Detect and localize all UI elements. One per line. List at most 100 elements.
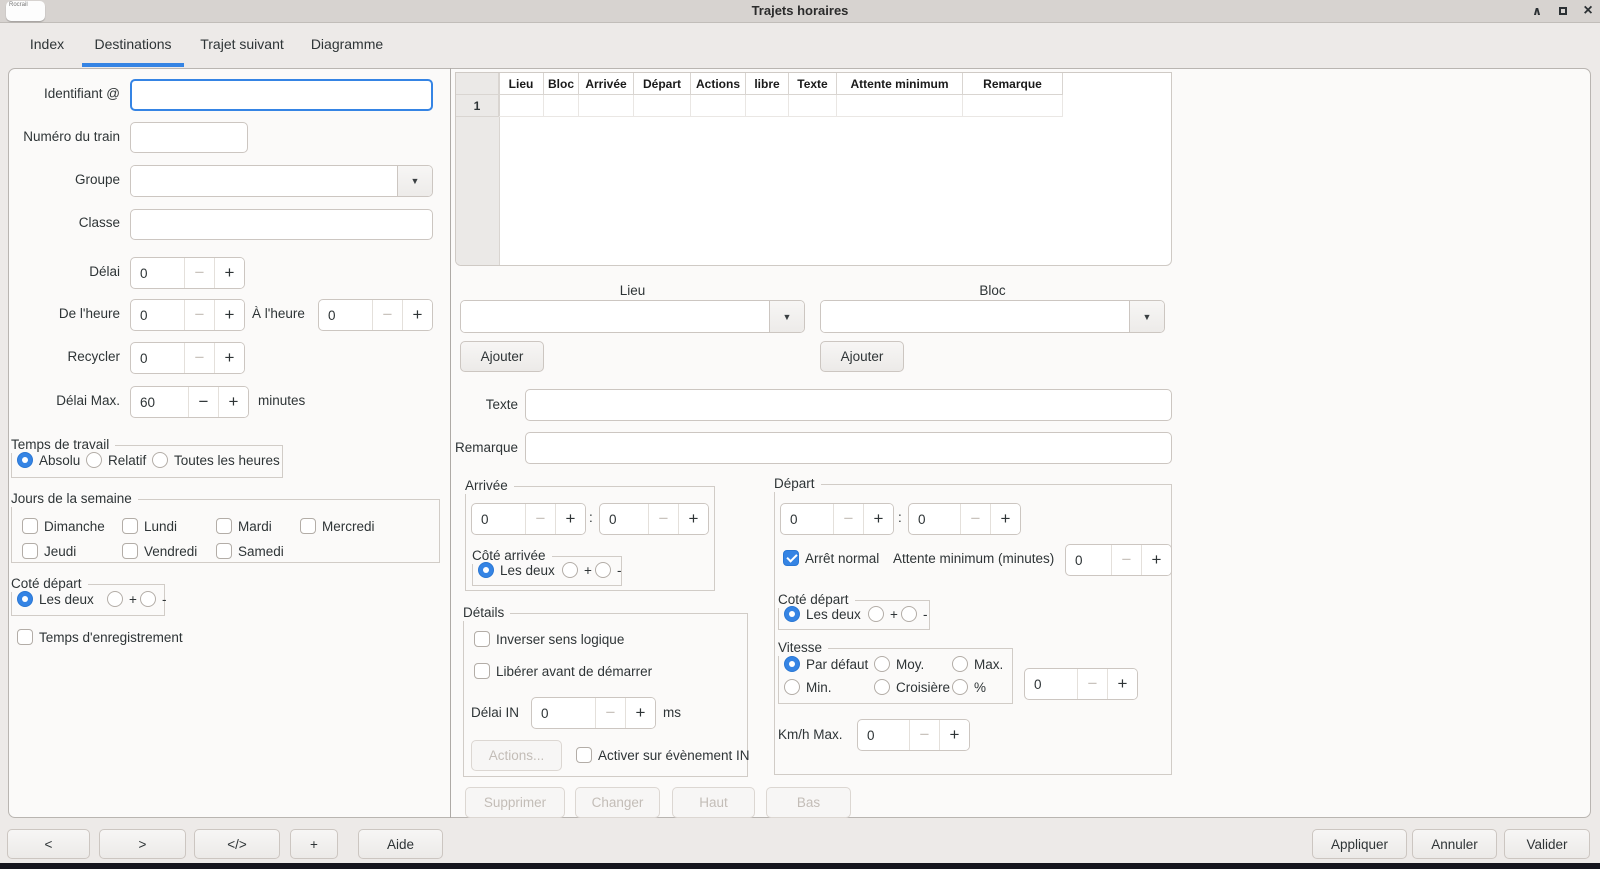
bloc-ajouter-button[interactable]: Ajouter: [820, 341, 904, 372]
plus-button[interactable]: +: [214, 343, 244, 373]
radio-absolu[interactable]: Absolu: [17, 452, 80, 468]
tab-index[interactable]: Index: [18, 22, 76, 67]
radio-toutes-les-heures[interactable]: Toutes les heures: [152, 452, 280, 468]
radio-les-deux[interactable]: Les deux: [17, 591, 94, 607]
a-lheure-spinbox[interactable]: 0 − +: [318, 299, 433, 331]
classe-input[interactable]: [130, 209, 433, 240]
de-lheure-spinbox[interactable]: 0 − +: [130, 299, 245, 331]
lieu-combobox[interactable]: ▼: [460, 300, 805, 333]
radio-icon[interactable]: [595, 562, 611, 578]
checkbox-icon[interactable]: [17, 629, 33, 645]
checkbox-icon[interactable]: [300, 518, 316, 534]
arrivee-minute-value[interactable]: 0: [600, 504, 648, 534]
minus-button[interactable]: −: [960, 504, 990, 534]
checkbox-icon[interactable]: [576, 747, 592, 763]
groupe-input[interactable]: [131, 166, 397, 196]
prev-button[interactable]: <: [7, 829, 90, 859]
kmh-max-value[interactable]: 0: [858, 720, 909, 750]
minus-button[interactable]: −: [188, 387, 218, 417]
texte-input[interactable]: [525, 389, 1172, 421]
checkbox-icon[interactable]: [474, 663, 490, 679]
arrivee-minute-spinbox[interactable]: 0 − +: [599, 503, 709, 535]
aide-button[interactable]: Aide: [358, 829, 443, 859]
radio-depart-moins[interactable]: -: [901, 606, 928, 622]
minus-button[interactable]: −: [184, 300, 214, 330]
bloc-dropdown-button[interactable]: ▼: [1129, 301, 1164, 332]
plus-button[interactable]: +: [990, 504, 1020, 534]
radio-par-defaut[interactable]: Par défaut: [784, 656, 868, 672]
cell-lieu[interactable]: [499, 95, 544, 117]
delai-value[interactable]: 0: [131, 258, 184, 288]
radio-max[interactable]: Max.: [952, 656, 1003, 672]
maximize-icon[interactable]: [1551, 0, 1575, 22]
radio-croisiere[interactable]: Croisière: [874, 679, 950, 695]
valider-button[interactable]: Valider: [1504, 829, 1590, 859]
depart-minute-spinbox[interactable]: 0 − +: [908, 503, 1021, 535]
radio-icon[interactable]: [874, 679, 890, 695]
checkbox-icon[interactable]: [474, 631, 490, 647]
minimize-icon[interactable]: ∧: [1524, 0, 1550, 22]
plus-button[interactable]: +: [1107, 669, 1137, 699]
cell-texte[interactable]: [789, 95, 837, 117]
xml-button[interactable]: </>: [194, 829, 280, 859]
lieu-ajouter-button[interactable]: Ajouter: [460, 341, 544, 372]
checkbox-icon[interactable]: [216, 518, 232, 534]
radio-min[interactable]: Min.: [784, 679, 832, 695]
radio-icon[interactable]: [17, 591, 33, 607]
delai-in-spinbox[interactable]: 0 − +: [531, 697, 656, 729]
header-attente-minimum[interactable]: Attente minimum: [837, 73, 963, 95]
cell-actions[interactable]: [691, 95, 746, 117]
minus-button[interactable]: −: [595, 698, 625, 728]
next-button[interactable]: >: [99, 829, 186, 859]
radio-icon[interactable]: [901, 606, 917, 622]
lieu-input[interactable]: [461, 301, 769, 332]
recycler-spinbox[interactable]: 0 − +: [130, 342, 245, 374]
delai-max-value[interactable]: 60: [131, 387, 188, 417]
delai-spinbox[interactable]: 0 − +: [130, 257, 245, 289]
header-bloc[interactable]: Bloc: [544, 73, 579, 95]
lieu-dropdown-button[interactable]: ▼: [769, 301, 804, 332]
checkbox-jeudi[interactable]: Jeudi: [22, 543, 76, 559]
minus-button[interactable]: −: [909, 720, 939, 750]
radio-icon[interactable]: [952, 679, 968, 695]
plus-button[interactable]: +: [555, 504, 585, 534]
radio-arrivee-les-deux[interactable]: Les deux: [478, 562, 555, 578]
depart-hour-spinbox[interactable]: 0 − +: [780, 503, 894, 535]
groupe-combobox[interactable]: ▼: [130, 165, 433, 197]
checkbox-lundi[interactable]: Lundi: [122, 518, 177, 534]
tab-destinations[interactable]: Destinations: [84, 22, 182, 67]
plus-button[interactable]: +: [939, 720, 969, 750]
checkbox-icon[interactable]: [22, 518, 38, 534]
vitesse-value[interactable]: 0: [1025, 669, 1077, 699]
radio-moy[interactable]: Moy.: [874, 656, 924, 672]
radio-arrivee-plus[interactable]: +: [562, 562, 592, 578]
remarque-input[interactable]: [525, 432, 1172, 464]
recycler-value[interactable]: 0: [131, 343, 184, 373]
radio-icon[interactable]: [478, 562, 494, 578]
depart-minute-value[interactable]: 0: [909, 504, 960, 534]
checkbox-temps-enregistrement[interactable]: Temps d'enregistrement: [17, 629, 183, 645]
plus-button[interactable]: +: [625, 698, 655, 728]
cell-libre[interactable]: [746, 95, 789, 117]
radio-icon[interactable]: [152, 452, 168, 468]
checkbox-dimanche[interactable]: Dimanche: [22, 518, 105, 534]
plus-button[interactable]: +: [1141, 545, 1171, 575]
bloc-input[interactable]: [821, 301, 1129, 332]
tab-trajet-suivant[interactable]: Trajet suivant: [196, 22, 288, 67]
radio-depart-les-deux[interactable]: Les deux: [784, 606, 861, 622]
minus-button[interactable]: −: [372, 300, 402, 330]
delai-max-spinbox[interactable]: 60 − +: [130, 386, 249, 418]
add-button[interactable]: +: [290, 829, 338, 859]
checkbox-activer-evenement-in[interactable]: Activer sur évènement IN: [576, 747, 750, 763]
radio-icon[interactable]: [17, 452, 33, 468]
minus-button[interactable]: −: [184, 343, 214, 373]
minus-button[interactable]: −: [833, 504, 863, 534]
radio-icon[interactable]: [107, 591, 123, 607]
annuler-button[interactable]: Annuler: [1412, 829, 1497, 859]
bloc-combobox[interactable]: ▼: [820, 300, 1165, 333]
radio-depart-plus[interactable]: +: [868, 606, 898, 622]
checkbox-arret-normal[interactable]: Arrêt normal: [783, 550, 879, 566]
radio-icon[interactable]: [784, 606, 800, 622]
plus-button[interactable]: +: [402, 300, 432, 330]
plus-button[interactable]: +: [214, 258, 244, 288]
